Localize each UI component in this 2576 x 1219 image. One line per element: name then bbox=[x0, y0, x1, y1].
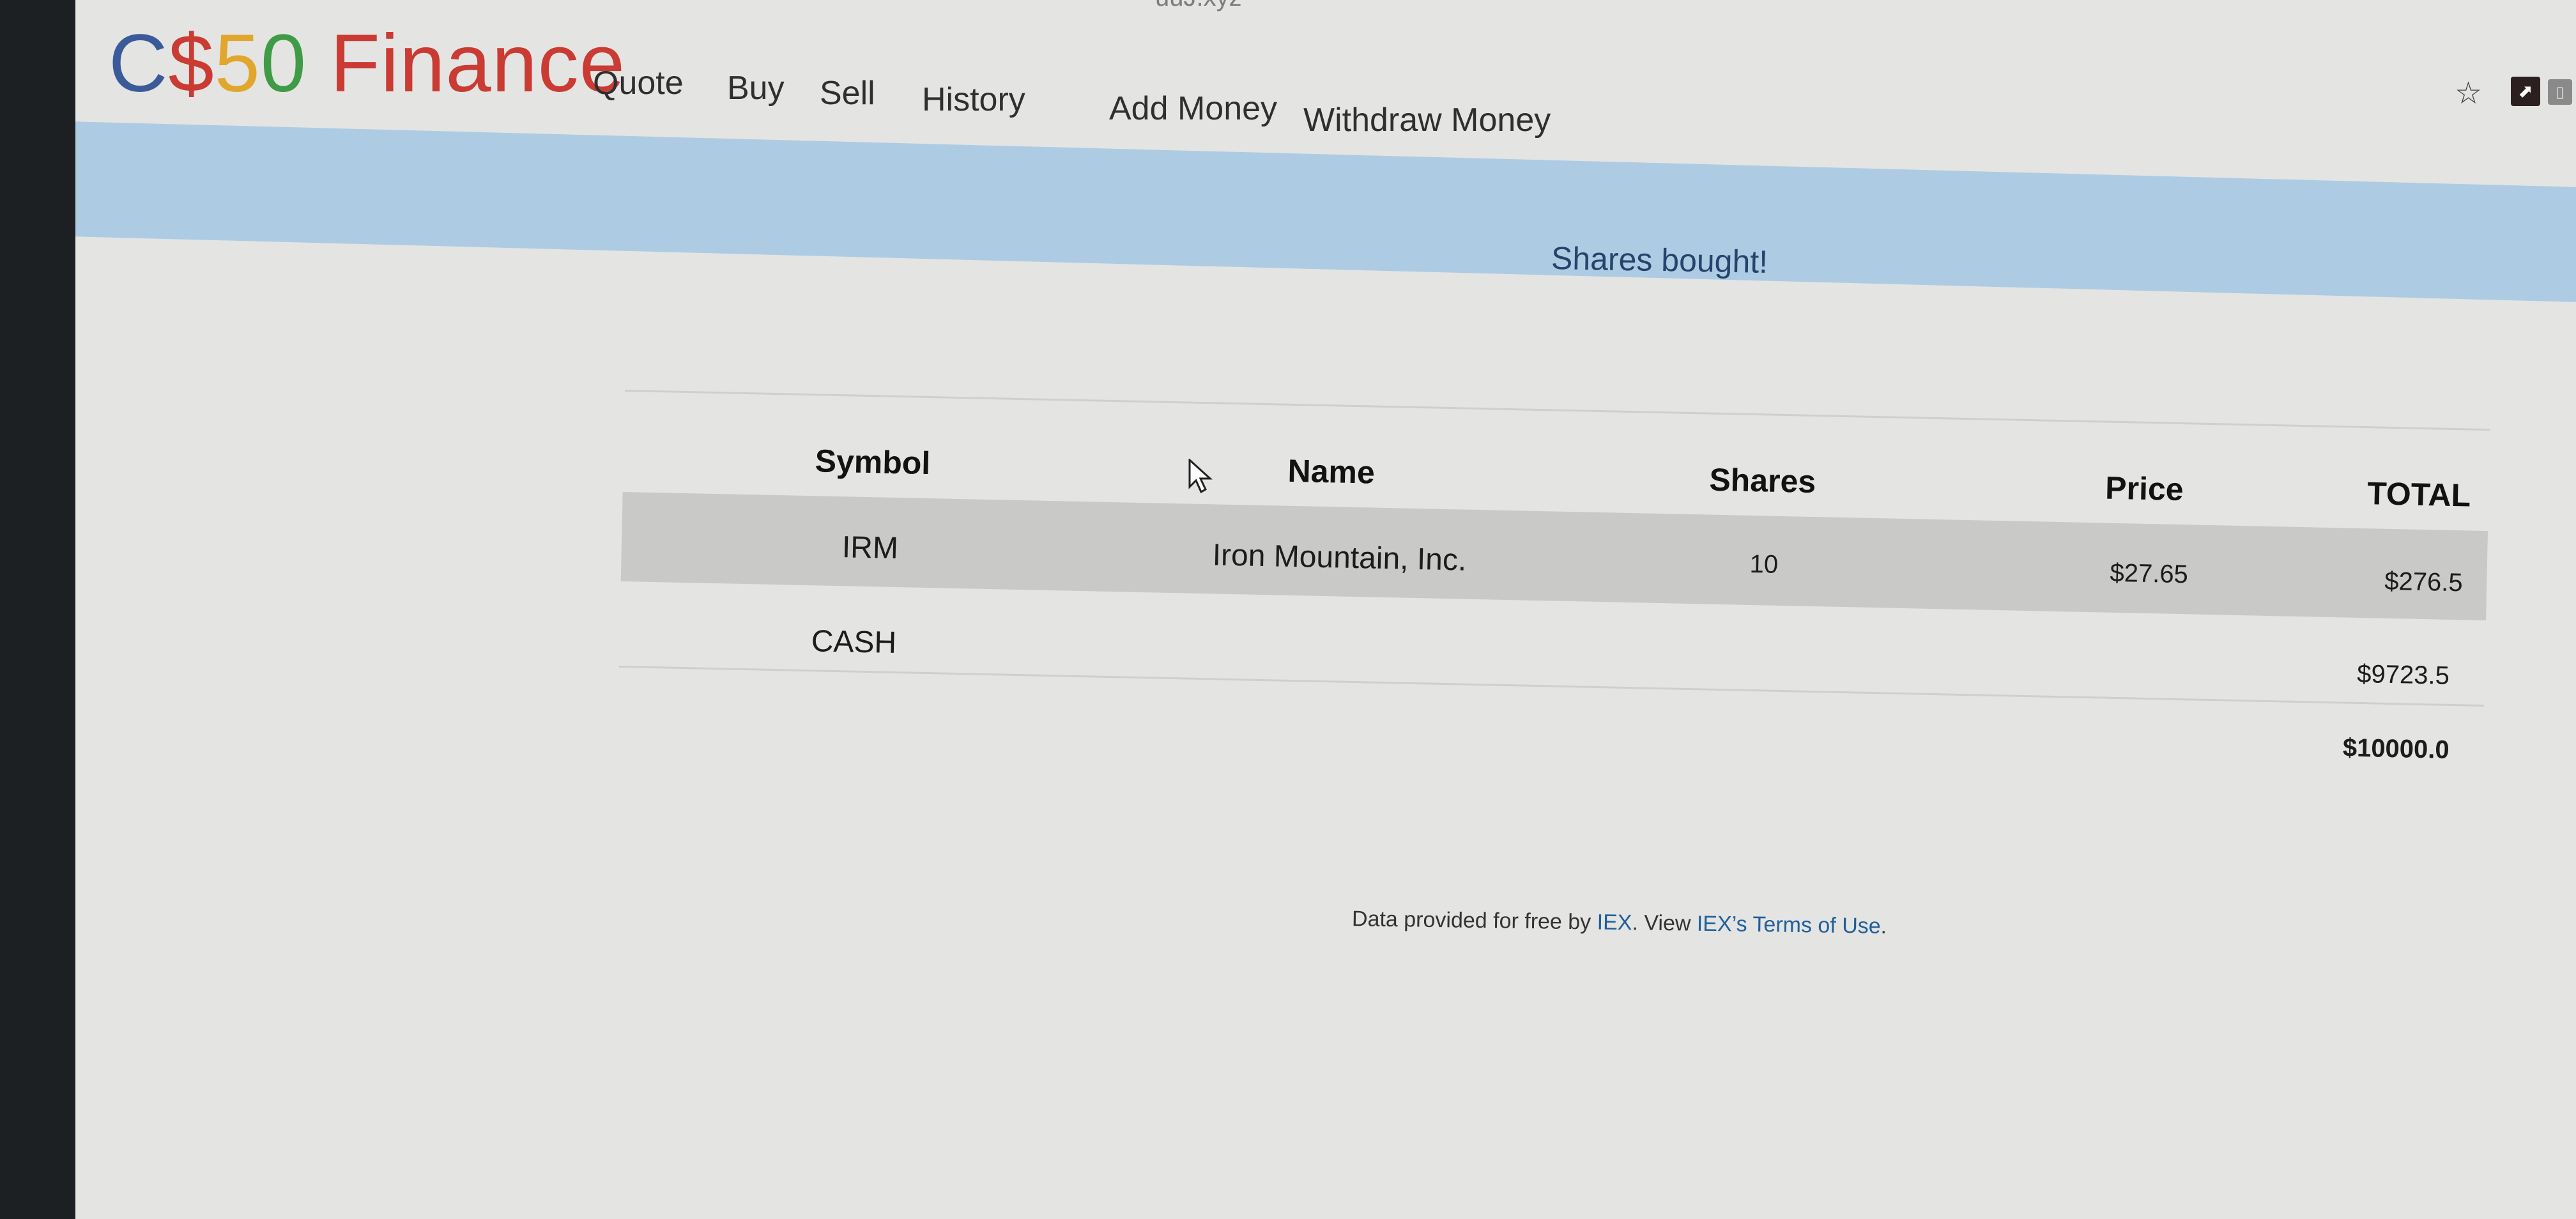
brand-logo[interactable]: C$50 Finance bbox=[109, 17, 625, 111]
cell-cash-total: $9723.5 bbox=[2356, 659, 2450, 690]
nav-buy[interactable]: Buy bbox=[727, 69, 785, 107]
nav-withdraw-money[interactable]: Withdraw Money bbox=[1303, 101, 1551, 139]
cell-cash-symbol: CASH bbox=[811, 624, 897, 660]
table-bottom-rule bbox=[618, 665, 2485, 707]
footer-middle: . View bbox=[1632, 910, 1698, 936]
browser-screen: uuJ.xyz C$50 Finance Quote Buy Sell Hist… bbox=[75, 0, 2576, 1219]
browser-toolbar-icons: ☆ ⬈ ▯ bbox=[2435, 70, 2576, 121]
footer-prefix: Data provided for free by bbox=[1351, 907, 1597, 935]
cell-total: $276.5 bbox=[2384, 567, 2464, 597]
brand-letter-dollar: $ bbox=[168, 18, 215, 109]
nav-sell[interactable]: Sell bbox=[820, 74, 875, 112]
footer-suffix: . bbox=[1880, 914, 1887, 939]
portfolio-table: Symbol Name Shares Price TOTAL IRM Iron … bbox=[617, 390, 2490, 838]
cell-price: $27.65 bbox=[2110, 558, 2189, 589]
header-name: Name bbox=[1287, 452, 1376, 491]
table-row bbox=[620, 491, 2488, 621]
brand-letter-c: C bbox=[109, 18, 169, 109]
brand-letter-0: 0 bbox=[260, 18, 307, 109]
brand-letter-5: 5 bbox=[214, 18, 261, 109]
cell-symbol: IRM bbox=[841, 530, 899, 566]
iex-link[interactable]: IEX bbox=[1597, 910, 1632, 935]
nav-history[interactable]: History bbox=[922, 80, 1025, 119]
header-price: Price bbox=[2104, 470, 2184, 508]
star-icon[interactable]: ☆ bbox=[2455, 75, 2488, 111]
header-symbol: Symbol bbox=[815, 443, 931, 482]
url-bar-fragment[interactable]: uuJ.xyz bbox=[1155, 0, 1242, 12]
cell-name: Iron Mountain, Inc. bbox=[1212, 538, 1467, 578]
cursor-icon bbox=[1188, 459, 1213, 494]
cell-shares: 10 bbox=[1749, 549, 1779, 579]
header-total: TOTAL bbox=[2366, 475, 2471, 514]
nav-quote[interactable]: Quote bbox=[593, 64, 684, 102]
flash-banner bbox=[75, 121, 2576, 303]
extension-icon[interactable]: ▯ bbox=[2548, 79, 2572, 105]
nav-add-money[interactable]: Add Money bbox=[1109, 89, 1277, 128]
grand-total: $10000.0 bbox=[2342, 733, 2450, 764]
brand-finance: Finance bbox=[307, 18, 625, 109]
pdf-extension-icon[interactable]: ⬈ bbox=[2511, 77, 2540, 106]
table-top-rule bbox=[624, 390, 2490, 431]
terms-link[interactable]: IEX’s Terms of Use bbox=[1697, 912, 1881, 939]
footer-attribution: Data provided for free by IEX. View IEX’… bbox=[1352, 907, 1887, 939]
header-shares: Shares bbox=[1708, 461, 1816, 500]
flash-message: Shares bought! bbox=[1551, 240, 1768, 280]
